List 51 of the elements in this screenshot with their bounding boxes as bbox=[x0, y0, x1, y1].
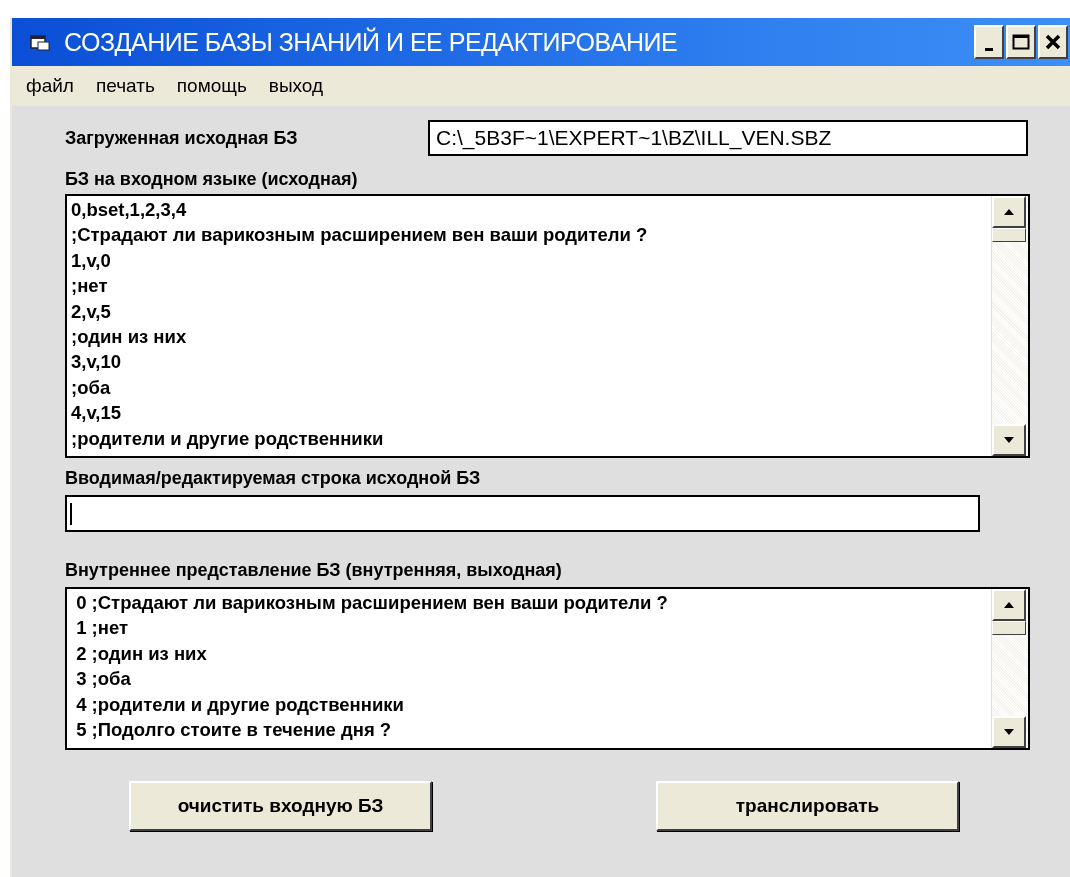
list-label: БЗ на входном языке (исходная) bbox=[65, 169, 359, 190]
list-line[interactable]: 3 ;оба bbox=[71, 666, 131, 692]
list-line[interactable]: 1 ;нет bbox=[71, 615, 128, 641]
scrollbar[interactable] bbox=[991, 196, 1028, 456]
action-button[interactable]: транслировать bbox=[656, 781, 959, 831]
source-list[interactable]: 0,bset,1,2,3,4 ;Страдают ли варикозным расширением вен ваши родители ? 1,v,0 ;нет 2,v,5 ;один из них 3,v,10 ;оба 4,v,15 ;родители и другие родственники bbox=[65, 194, 1030, 458]
window-title: СОЗДАНИЕ БАЗЫ ЗНАНИЙ И ЕЕ РЕДАКТИРОВАНИЕ bbox=[64, 27, 679, 57]
menu-item[interactable]: выход bbox=[268, 75, 324, 97]
action-button[interactable]: очистить входную БЗ bbox=[129, 781, 432, 831]
scroll-down-button[interactable] bbox=[992, 716, 1026, 748]
up-arrow-icon bbox=[1003, 208, 1015, 216]
text-cursor bbox=[70, 502, 72, 525]
down-arrow-icon bbox=[1003, 728, 1015, 736]
list-line[interactable]: ;родители и другие родственники bbox=[71, 425, 384, 451]
list-line[interactable]: 0,bset,1,2,3,4 bbox=[71, 197, 187, 223]
scroll-thumb[interactable] bbox=[992, 228, 1026, 242]
scroll-down-button[interactable] bbox=[992, 424, 1026, 456]
list-line[interactable]: 0 ;Страдают ли варикозным расширением вен ваши родители ? bbox=[71, 590, 668, 616]
scroll-up-button[interactable] bbox=[992, 196, 1026, 228]
up-arrow-icon bbox=[1003, 601, 1015, 609]
scrollbar[interactable] bbox=[991, 589, 1028, 748]
menu-item[interactable]: помощь bbox=[176, 75, 247, 97]
list-line[interactable]: 4,v,15 bbox=[71, 400, 122, 426]
file-path-field[interactable]: C:\_5B3F~1\EXPERT~1\BZ\ILL_VEN.SBZ bbox=[428, 120, 1028, 156]
list-line[interactable]: 1,v,0 bbox=[71, 247, 111, 274]
list-line[interactable]: 5 ;Подолго стоите в течение дня ? bbox=[71, 716, 392, 743]
field-label: Вводимая/редактируемая строка исходной БЗ bbox=[65, 468, 482, 489]
app-window-icon bbox=[30, 33, 50, 51]
list-line[interactable]: ;нет bbox=[71, 273, 108, 299]
down-arrow-icon bbox=[1003, 436, 1015, 444]
list-line[interactable]: 2 ;один из них bbox=[71, 640, 207, 667]
list-label: Внутреннее представление БЗ (внутренняя, выходная) bbox=[65, 560, 563, 581]
minimize-button[interactable] bbox=[974, 25, 1004, 59]
menu-item[interactable]: печать bbox=[95, 75, 155, 97]
close-icon bbox=[1045, 34, 1061, 50]
output-list[interactable]: 0 ;Страдают ли варикозным расширением вен ваши родители ? 1 ;нет 2 ;один из них 3 ;оба 4 ;родители и другие родственники 5 ;Подолго стоите в течение дня ? bbox=[65, 587, 1030, 750]
field-label: Загруженная исходная БЗ bbox=[65, 127, 299, 149]
input-field[interactable] bbox=[65, 495, 980, 532]
minimize-icon bbox=[985, 47, 993, 51]
list-line[interactable]: 4 ;родители и другие родственники bbox=[71, 691, 404, 717]
scroll-up-button[interactable] bbox=[992, 589, 1026, 621]
menu-item[interactable]: файл bbox=[26, 75, 74, 97]
maximize-icon bbox=[1012, 34, 1030, 50]
list-line[interactable]: ;Страдают ли варикозным расширением вен ваши родители ? bbox=[71, 222, 648, 248]
list-line[interactable]: ;один из них bbox=[71, 323, 187, 350]
list-line[interactable]: 2,v,5 bbox=[71, 298, 111, 324]
list-line[interactable]: 3,v,10 bbox=[71, 349, 122, 375]
maximize-button[interactable] bbox=[1006, 25, 1036, 59]
scroll-thumb[interactable] bbox=[992, 621, 1026, 635]
close-button[interactable] bbox=[1038, 25, 1068, 59]
list-line[interactable]: ;оба bbox=[71, 374, 111, 401]
